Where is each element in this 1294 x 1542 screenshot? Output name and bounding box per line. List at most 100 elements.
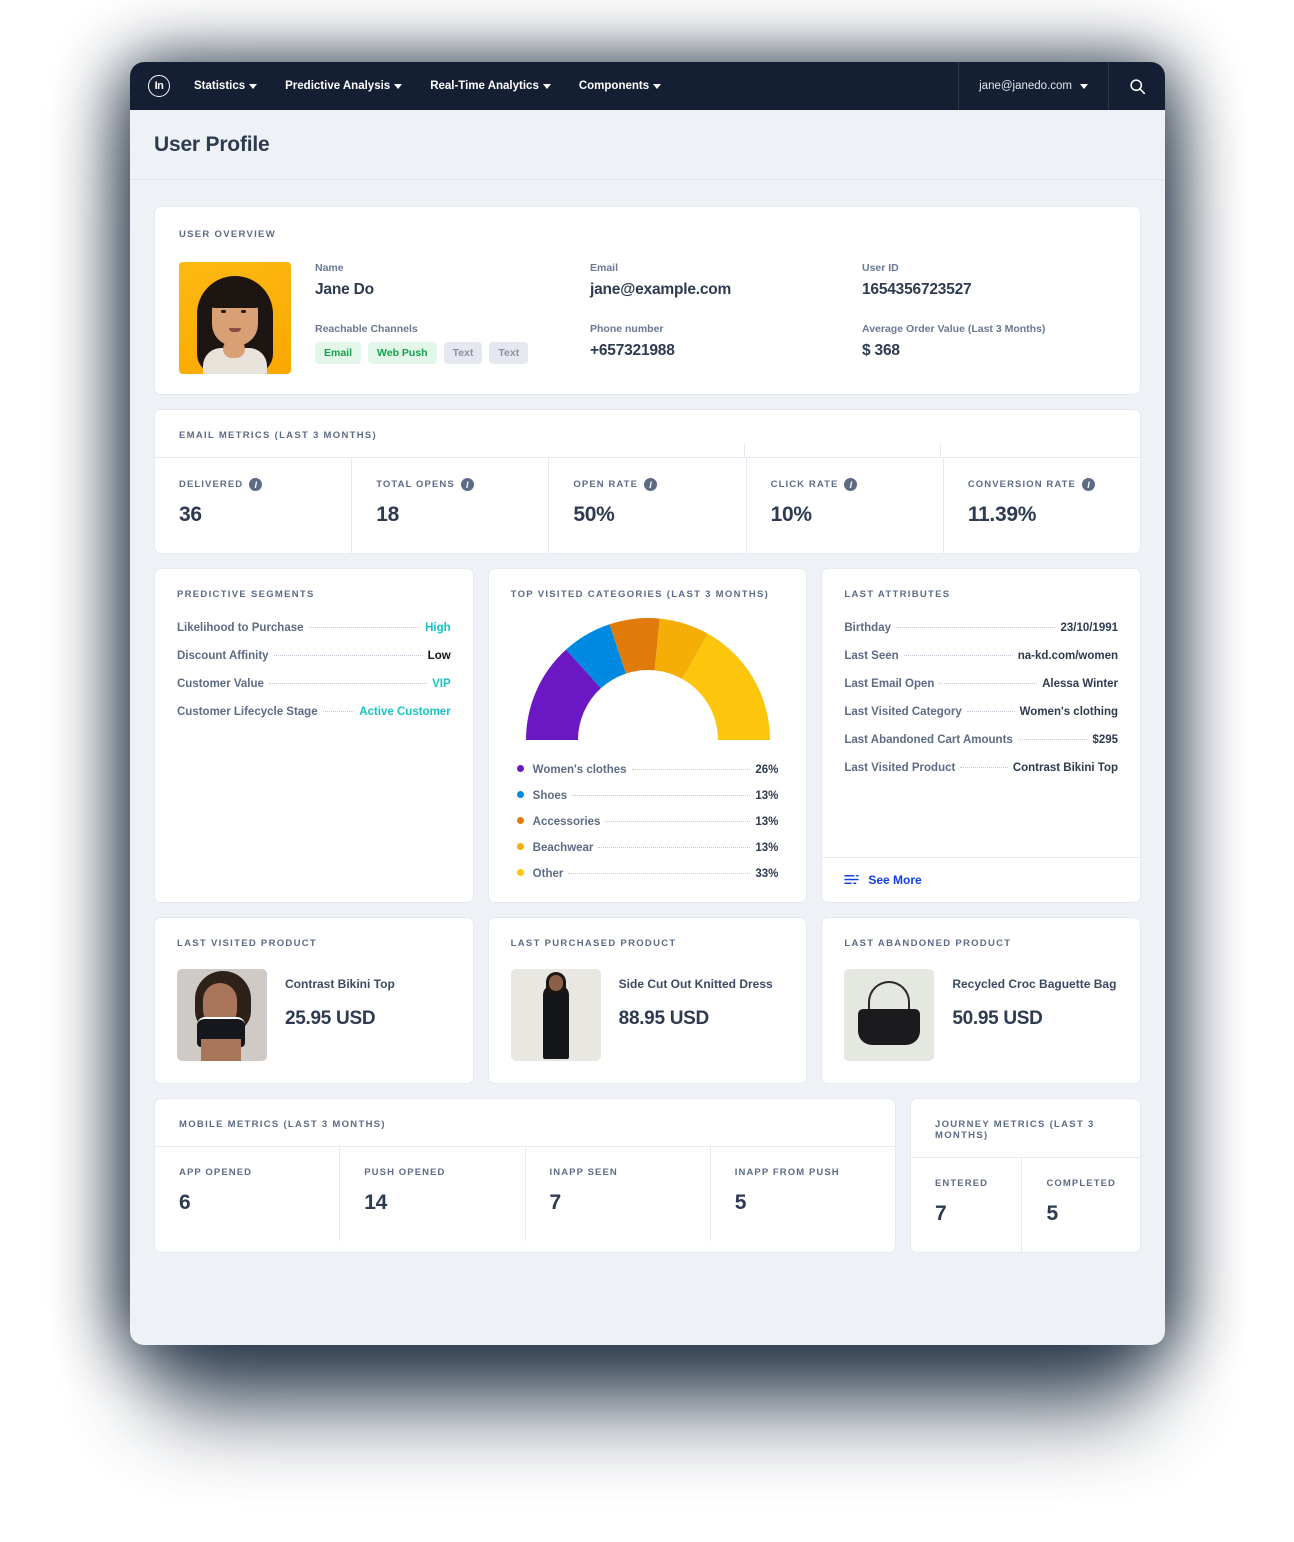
nav-item-statistics[interactable]: Statistics xyxy=(188,62,271,110)
legend-label: Women's clothes xyxy=(532,764,627,776)
user-overview-card: USER OVERVIEW Name Jane Do Reachable Cha… xyxy=(154,206,1141,395)
nav-item-real-time-analytics[interactable]: Real-Time Analytics xyxy=(416,62,565,110)
metric-app-opened: APP OPENED 6 xyxy=(155,1147,341,1241)
app-window: In Statistics Predictive Analysis Real-T… xyxy=(130,62,1165,1345)
user-field-column-3: User ID 1654356723527 Average Order Valu… xyxy=(862,262,1116,374)
metric-conversion-rate: CONVERSION RATE i 11.39% xyxy=(944,458,1140,553)
legend-value: 13% xyxy=(755,842,779,854)
mobile-metrics-title: MOBILE METRICS (LAST 3 MONTHS) xyxy=(179,1119,386,1130)
legend-label: Other xyxy=(532,868,564,880)
phone-field: Phone number +657321988 xyxy=(590,323,862,360)
search-button[interactable] xyxy=(1109,62,1165,110)
metric-value: 7 xyxy=(549,1191,562,1214)
chevron-down-icon xyxy=(249,83,258,89)
userid-value: 1654356723527 xyxy=(862,281,972,298)
metric-total-opens: TOTAL OPENS i 18 xyxy=(352,458,550,553)
product-body: Side Cut Out Knitted Dress 88.95 USD xyxy=(510,969,785,1061)
nav-item-components[interactable]: Components xyxy=(565,62,675,110)
product-price: 50.95 USD xyxy=(952,1008,1043,1029)
metric-label: APP OPENED xyxy=(179,1167,253,1178)
user-email-label: jane@janedo.com xyxy=(979,80,1072,92)
metric-open-rate: OPEN RATE i 50% xyxy=(549,458,747,553)
info-icon[interactable]: i xyxy=(844,478,858,491)
legend-color-swatch xyxy=(516,765,524,772)
channel-chip-text-1: Text xyxy=(443,342,483,364)
mobile-metrics-row: APP OPENED 6 PUSH OPENED 14 INAPP SEEN 7 xyxy=(155,1146,895,1241)
see-more-label: See More xyxy=(868,873,922,887)
legend-label: Beachwear xyxy=(532,842,594,854)
info-icon[interactable]: i xyxy=(644,478,658,491)
email-value: jane@example.com xyxy=(590,281,732,298)
last-abandoned-product-title: LAST ABANDONED PRODUCT xyxy=(844,938,1012,949)
journey-metrics-card: JOURNEY METRICS (LAST 3 MONTHS) ENTERED … xyxy=(910,1098,1141,1253)
metric-value: 36 xyxy=(179,503,202,526)
metric-completed: COMPLETED 5 xyxy=(1022,1158,1140,1252)
legend-color-swatch xyxy=(516,869,524,876)
segment-value: High xyxy=(425,622,451,634)
last-visited-product-card: LAST VISITED PRODUCT Contrast Bikini Top… xyxy=(154,917,474,1084)
phone-value: +657321988 xyxy=(590,342,675,359)
journey-metrics-header: JOURNEY METRICS (LAST 3 MONTHS) xyxy=(911,1099,1140,1157)
legend-value: 13% xyxy=(755,790,779,802)
nav-item-predictive-analysis[interactable]: Predictive Analysis xyxy=(271,62,416,110)
legend-value: 13% xyxy=(755,816,779,828)
dotted-leader xyxy=(1017,739,1088,740)
user-overview-title: USER OVERVIEW xyxy=(179,229,276,240)
list-lines-icon xyxy=(844,875,859,885)
product-name: Recycled Croc Baguette Bag xyxy=(952,977,1117,991)
email-metrics-row: DELIVERED i 36 TOTAL OPENS i 18 xyxy=(155,457,1140,553)
name-field: Name Jane Do xyxy=(315,262,590,299)
channel-chip-web-push: Web Push xyxy=(368,342,437,364)
legend-color-swatch xyxy=(516,843,524,850)
product-image xyxy=(177,969,267,1061)
segment-label: Customer Value xyxy=(177,678,264,690)
attribute-value: Women's clothing xyxy=(1019,706,1119,718)
page-content: USER OVERVIEW Name Jane Do Reachable Cha… xyxy=(130,180,1165,1281)
user-menu[interactable]: jane@janedo.com xyxy=(958,62,1109,110)
product-image xyxy=(844,969,935,1061)
see-more-button[interactable]: See More xyxy=(822,857,1141,902)
product-info: Contrast Bikini Top 25.95 USD xyxy=(285,969,395,1030)
aov-value: $ 368 xyxy=(862,342,900,359)
attribute-label: Last Abandoned Cart Amounts xyxy=(844,734,1013,746)
attribute-label: Last Visited Category xyxy=(844,706,962,718)
metric-push-opened: PUSH OPENED 14 xyxy=(340,1147,526,1241)
list-item: Customer Lifecycle Stage Active Customer xyxy=(177,706,451,718)
top-categories-card: TOP VISITED CATEGORIES (LAST 3 MONTHS) W… xyxy=(487,568,808,903)
product-info: Side Cut Out Knitted Dress 88.95 USD xyxy=(619,969,773,1030)
page-root: In Statistics Predictive Analysis Real-T… xyxy=(0,0,1294,1542)
segment-value: Low xyxy=(427,650,451,662)
nav-items: Statistics Predictive Analysis Real-Time… xyxy=(188,62,958,110)
logo[interactable]: In xyxy=(130,62,188,110)
avatar xyxy=(179,262,291,374)
info-icon[interactable]: i xyxy=(249,478,263,491)
user-field-column-2: Email jane@example.com Phone number +657… xyxy=(590,262,862,374)
chevron-down-icon xyxy=(1080,83,1088,89)
info-icon[interactable]: i xyxy=(460,478,474,491)
product-name: Contrast Bikini Top xyxy=(285,977,395,991)
list-item: Shoes 13% xyxy=(516,790,779,802)
metric-label-text: CLICK RATE xyxy=(770,479,839,490)
list-item: Women's clothes 26% xyxy=(516,764,778,776)
metric-label: ENTERED xyxy=(935,1178,989,1189)
attribute-value: na-kd.com/women xyxy=(1017,650,1119,662)
list-item: Other 33% xyxy=(516,868,778,880)
chart-legend: Women's clothes 26% Shoes 13% Accessorie… xyxy=(511,764,785,880)
chevron-down-icon xyxy=(653,83,662,89)
predictive-segments-card: PREDICTIVE SEGMENTS Likelihood to Purcha… xyxy=(154,568,474,903)
info-icon[interactable]: i xyxy=(1081,478,1095,491)
nav-item-label: Predictive Analysis xyxy=(285,80,391,92)
chevron-down-icon xyxy=(542,83,551,89)
search-icon xyxy=(1129,78,1145,94)
email-label: Email xyxy=(590,262,619,274)
last-purchased-product-title: LAST PURCHASED PRODUCT xyxy=(510,938,677,949)
email-metrics-header: EMAIL METRICS (LAST 3 MONTHS) xyxy=(155,410,1140,457)
metric-label-text: OPEN RATE xyxy=(573,479,639,490)
last-visited-product-title: LAST VISITED PRODUCT xyxy=(177,938,318,949)
email-metrics-title: EMAIL METRICS (LAST 3 MONTHS) xyxy=(179,430,377,441)
list-item: Discount Affinity Low xyxy=(177,650,451,662)
mobile-metrics-card: MOBILE METRICS (LAST 3 MONTHS) APP OPENE… xyxy=(154,1098,896,1253)
metric-value: 5 xyxy=(1046,1202,1058,1225)
dotted-leader xyxy=(631,769,751,770)
metric-label: PUSH OPENED xyxy=(364,1167,446,1178)
